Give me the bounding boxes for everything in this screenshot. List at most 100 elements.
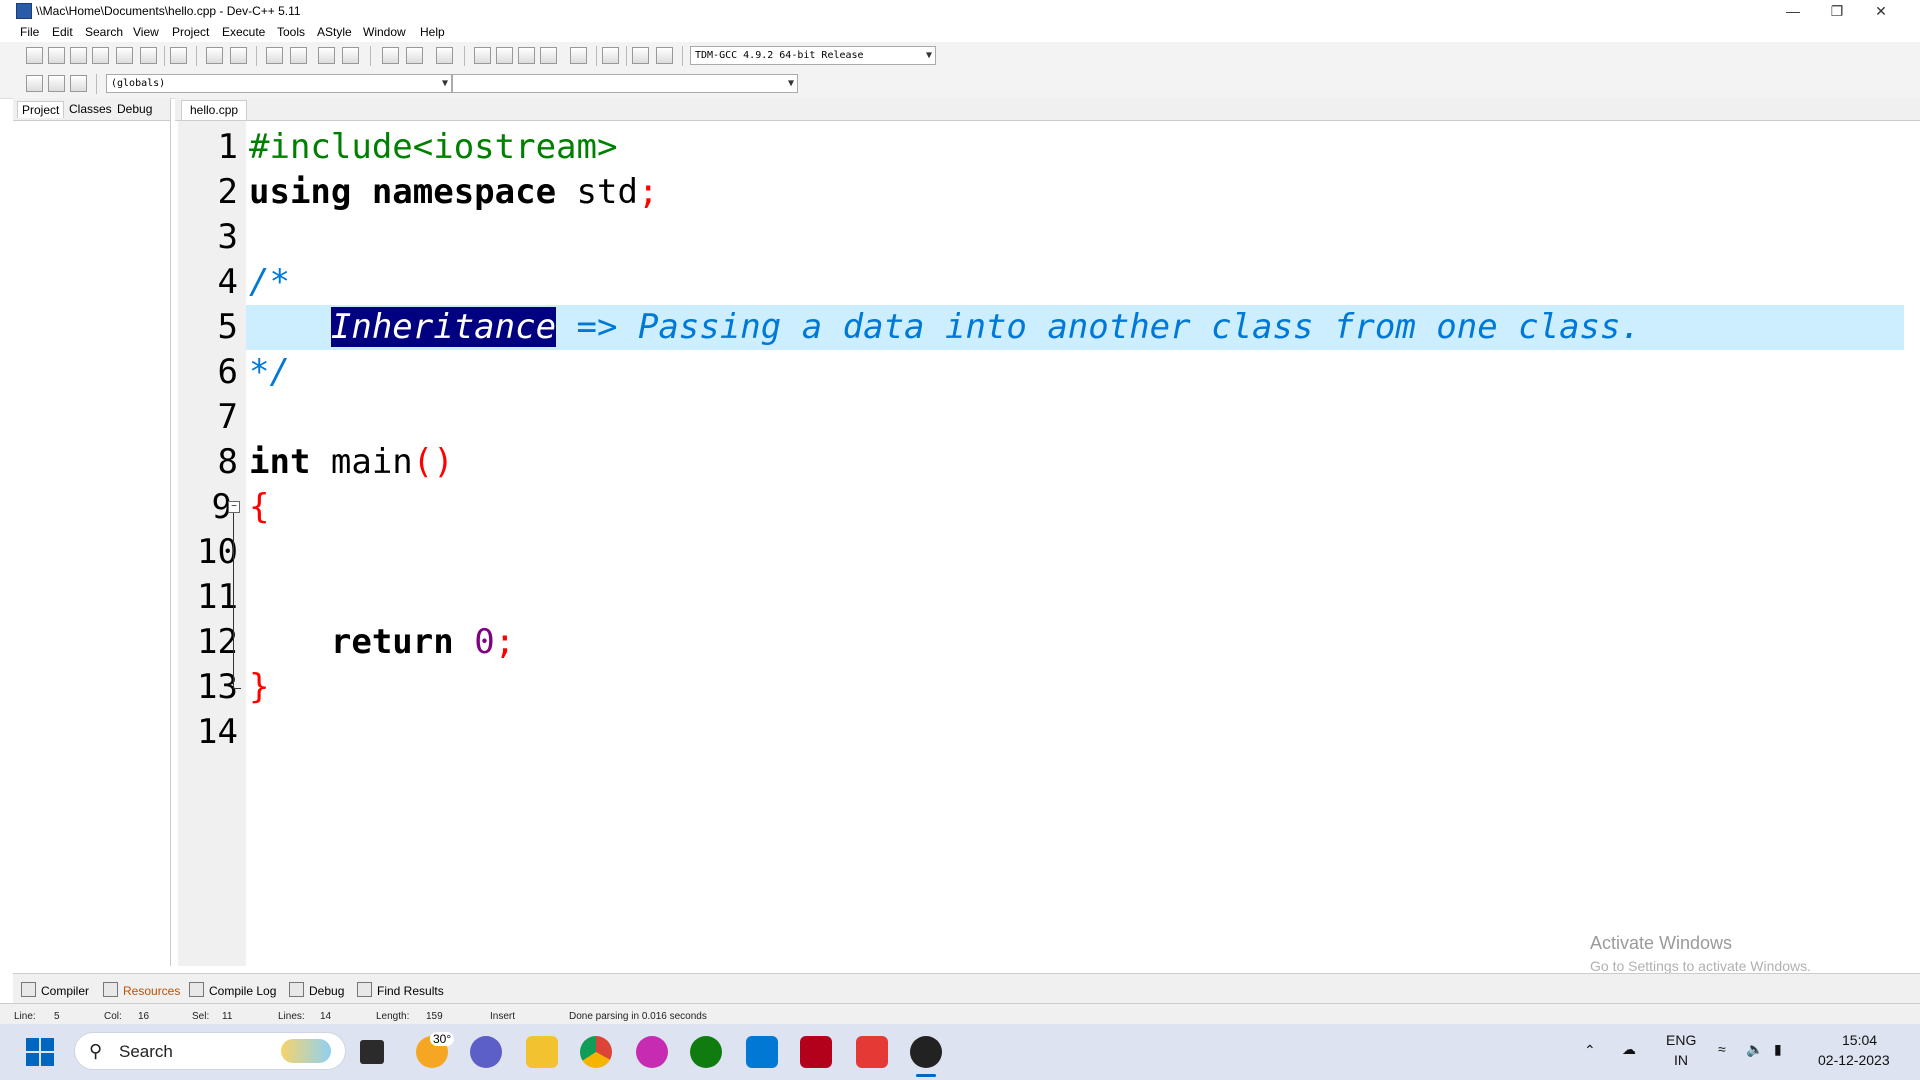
status-length-label: Length:: [376, 1011, 410, 1022]
taskbar-search[interactable]: ⚲ Search: [74, 1032, 346, 1070]
menu-astyle[interactable]: AStyle: [317, 25, 352, 39]
run-icon[interactable]: [496, 47, 513, 64]
replace-icon[interactable]: [290, 47, 307, 64]
syntax-check-icon[interactable]: [570, 47, 587, 64]
profile-icon[interactable]: [656, 47, 673, 64]
forward-icon[interactable]: [406, 47, 423, 64]
battery-icon[interactable]: ▮: [1774, 1041, 1782, 1058]
redo-icon[interactable]: [230, 47, 247, 64]
close-file-icon[interactable]: [116, 47, 133, 64]
onedrive-icon[interactable]: ☁: [1622, 1041, 1636, 1058]
tab-compile-log[interactable]: Compile Log: [189, 982, 276, 998]
devcpp-app-icon: [16, 3, 32, 19]
line-number: 13: [197, 667, 238, 707]
clock-date[interactable]: 02-12-2023: [1818, 1052, 1890, 1068]
find-icon: [357, 982, 372, 997]
find-icon[interactable]: [266, 47, 283, 64]
windows-start-icon[interactable]: [26, 1038, 54, 1066]
status-lines-value: 14: [320, 1011, 332, 1022]
back-icon[interactable]: [382, 47, 399, 64]
fold-toggle-icon[interactable]: −: [228, 501, 240, 513]
toggle-icon[interactable]: [48, 75, 65, 92]
scope-select[interactable]: (globals) ▼: [106, 74, 452, 93]
undo-icon[interactable]: [206, 47, 223, 64]
chart-icon[interactable]: [632, 47, 649, 64]
menu-edit[interactable]: Edit: [52, 25, 73, 39]
tab-classes[interactable]: Classes: [65, 101, 116, 117]
symbol: ;: [637, 172, 659, 212]
tab-debug-bottom[interactable]: Debug: [289, 982, 344, 998]
vscode-icon[interactable]: [746, 1036, 778, 1068]
save-all-icon[interactable]: [92, 47, 109, 64]
menu-execute[interactable]: Execute: [222, 25, 265, 39]
compile-icon[interactable]: [474, 47, 491, 64]
chrome-icon[interactable]: [580, 1036, 612, 1068]
volume-icon[interactable]: 🔈: [1746, 1041, 1763, 1058]
menu-window[interactable]: Window: [363, 25, 406, 39]
region-indicator[interactable]: IN: [1674, 1052, 1688, 1068]
menu-view[interactable]: View: [133, 25, 159, 39]
wifi-icon[interactable]: ≈: [1718, 1041, 1726, 1057]
tab-debug-label: Debug: [309, 984, 345, 998]
new-file-icon[interactable]: [26, 47, 43, 64]
menu-tools[interactable]: Tools: [277, 25, 305, 39]
menu-file[interactable]: File: [20, 25, 39, 39]
stop-icon[interactable]: [602, 47, 619, 64]
code-line-2: using namespace std;: [249, 170, 658, 215]
restore-button[interactable]: ❐: [1814, 0, 1860, 22]
open-file-icon[interactable]: [48, 47, 65, 64]
rebuild-icon[interactable]: [540, 47, 557, 64]
tab-compiler[interactable]: Compiler: [21, 982, 89, 998]
compiler-select[interactable]: TDM-GCC 4.9.2 64-bit Release ▼: [690, 46, 936, 65]
line-number: 5: [217, 307, 238, 347]
project-panel: Project Classes Debug: [13, 98, 171, 966]
code-line-5: Inheritance => Passing a data into anoth…: [249, 305, 1641, 350]
main-toolbar: TDM-GCC 4.9.2 64-bit Release ▼: [0, 42, 1920, 70]
xbox-icon[interactable]: [690, 1036, 722, 1068]
menu-help[interactable]: Help: [420, 25, 445, 39]
wps-office-icon[interactable]: [636, 1036, 668, 1068]
search-placeholder: Search: [119, 1042, 173, 1061]
clock-time[interactable]: 15:04: [1842, 1032, 1877, 1048]
code-line-9: {: [249, 487, 270, 527]
chevron-up-icon[interactable]: ⌃: [1584, 1042, 1596, 1059]
status-message: Done parsing in 0.016 seconds: [569, 1011, 707, 1022]
indent-icon[interactable]: [342, 47, 359, 64]
screen-recorder-icon[interactable]: [800, 1036, 832, 1068]
file-explorer-icon[interactable]: [526, 1036, 558, 1068]
tab-resources-label: Resources: [123, 984, 181, 998]
minimize-button[interactable]: —: [1770, 0, 1816, 22]
member-select[interactable]: ▼: [452, 74, 798, 93]
identifier: std: [556, 172, 638, 212]
language-indicator[interactable]: ENG: [1666, 1032, 1696, 1048]
goto-icon[interactable]: [318, 47, 335, 64]
insert-icon[interactable]: [26, 75, 43, 92]
menu-search[interactable]: Search: [85, 25, 123, 39]
print-icon[interactable]: [170, 47, 187, 64]
fold-guide: [233, 513, 234, 688]
close-button[interactable]: ✕: [1858, 0, 1904, 22]
window-title: \\Mac\Home\Documents\hello.cpp - Dev-C++…: [36, 4, 301, 18]
code-line-12: return 0;: [249, 620, 515, 665]
teams-meet-icon[interactable]: [470, 1036, 502, 1068]
tab-find-results[interactable]: Find Results: [357, 982, 444, 998]
check-icon: [289, 982, 304, 997]
project-icon[interactable]: [436, 47, 453, 64]
menu-project[interactable]: Project: [172, 25, 209, 39]
save-icon[interactable]: [70, 47, 87, 64]
close-all-icon[interactable]: [140, 47, 157, 64]
code-editor[interactable]: #include<iostream> using namespace std; …: [246, 121, 1904, 966]
tab-hello-cpp[interactable]: hello.cpp: [181, 100, 248, 120]
bookmark-icon[interactable]: [70, 75, 87, 92]
tab-resources[interactable]: Resources: [103, 982, 180, 998]
line-number: 6: [217, 352, 238, 392]
media-player-icon[interactable]: [910, 1036, 942, 1068]
tab-debug[interactable]: Debug: [113, 101, 156, 117]
task-view-icon[interactable]: [360, 1040, 384, 1064]
anydesk-icon[interactable]: [856, 1036, 888, 1068]
code-line-4: /*: [249, 262, 290, 302]
compiler-icon: [21, 982, 36, 997]
tab-project[interactable]: Project: [17, 101, 65, 118]
compile-run-icon[interactable]: [518, 47, 535, 64]
line-number: 8: [217, 442, 238, 482]
